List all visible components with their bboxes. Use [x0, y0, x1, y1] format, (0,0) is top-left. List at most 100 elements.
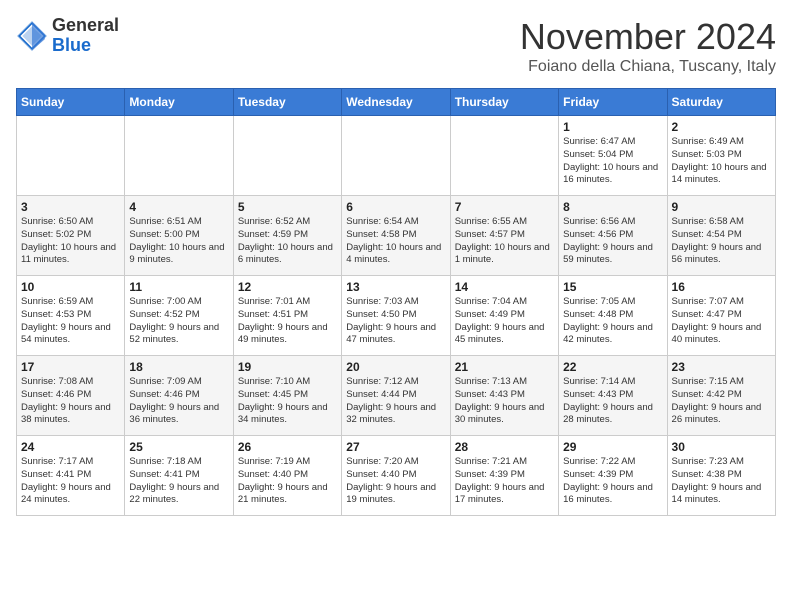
- day-info: Sunrise: 7:21 AM Sunset: 4:39 PM Dayligh…: [455, 456, 554, 507]
- day-number: 24: [21, 440, 120, 454]
- day-number: 27: [346, 440, 445, 454]
- calendar-cell: [17, 116, 125, 196]
- column-header-saturday: Saturday: [667, 89, 775, 116]
- calendar-cell: 17Sunrise: 7:08 AM Sunset: 4:46 PM Dayli…: [17, 356, 125, 436]
- calendar-cell: 11 Sunrise: 7:00 AM Sunset: 4:52 PM Dayli…: [125, 276, 233, 356]
- calendar-cell: 1 Sunrise: 6:47 AM Sunset: 5:04 PM Daylig…: [559, 116, 667, 196]
- day-number: 16: [672, 280, 771, 294]
- location-subtitle: Foiano della Chiana, Tuscany, Italy: [520, 58, 776, 76]
- calendar-cell: 21 Sunrise: 7:13 AM Sunset: 4:43 PM Dayli…: [450, 356, 558, 436]
- day-number: 13: [346, 280, 445, 294]
- day-number: 25: [129, 440, 228, 454]
- calendar-cell: 30Sunrise: 7:23 AM Sunset: 4:38 PM Dayli…: [667, 436, 775, 516]
- column-header-monday: Monday: [125, 89, 233, 116]
- day-info: Sunrise: 7:18 AM Sunset: 4:41 PM Dayligh…: [129, 456, 228, 507]
- day-number: 28: [455, 440, 554, 454]
- day-number: 5: [238, 200, 337, 214]
- column-header-sunday: Sunday: [17, 89, 125, 116]
- calendar-cell: 6 Sunrise: 6:54 AM Sunset: 4:58 PM Daylig…: [342, 196, 450, 276]
- day-info: Sunrise: 7:22 AM Sunset: 4:39 PM Dayligh…: [563, 456, 662, 507]
- calendar-cell: [342, 116, 450, 196]
- day-number: 8: [563, 200, 662, 214]
- calendar-cell: 29 Sunrise: 7:22 AM Sunset: 4:39 PM Dayli…: [559, 436, 667, 516]
- logo-text-block: General Blue: [52, 16, 119, 56]
- day-info: Sunrise: 7:12 AM Sunset: 4:44 PM Dayligh…: [346, 376, 445, 427]
- day-number: 23: [672, 360, 771, 374]
- day-number: 26: [238, 440, 337, 454]
- day-info: Sunrise: 7:07 AM Sunset: 4:47 PM Dayligh…: [672, 296, 771, 347]
- day-info: Sunrise: 7:08 AM Sunset: 4:46 PM Dayligh…: [21, 376, 120, 427]
- calendar-cell: 19 Sunrise: 7:10 AM Sunset: 4:45 PM Dayli…: [233, 356, 341, 436]
- calendar-cell: 12Sunrise: 7:01 AM Sunset: 4:51 PM Dayli…: [233, 276, 341, 356]
- day-info: Sunrise: 7:20 AM Sunset: 4:40 PM Dayligh…: [346, 456, 445, 507]
- column-header-friday: Friday: [559, 89, 667, 116]
- calendar-cell: 10 Sunrise: 6:59 AM Sunset: 4:53 PM Dayli…: [17, 276, 125, 356]
- title-block: November 2024 Foiano della Chiana, Tusca…: [520, 16, 776, 76]
- day-number: 21: [455, 360, 554, 374]
- day-info: Sunrise: 6:49 AM Sunset: 5:03 PM Dayligh…: [672, 136, 771, 187]
- day-number: 2: [672, 120, 771, 134]
- calendar-cell: 5 Sunrise: 6:52 AM Sunset: 4:59 PM Daylig…: [233, 196, 341, 276]
- calendar-week-row: 24 Sunrise: 7:17 AM Sunset: 4:41 PM Dayli…: [17, 436, 776, 516]
- day-info: Sunrise: 7:14 AM Sunset: 4:43 PM Dayligh…: [563, 376, 662, 427]
- calendar-cell: [450, 116, 558, 196]
- day-number: 12: [238, 280, 337, 294]
- logo-general: General: [52, 15, 119, 35]
- day-info: Sunrise: 6:58 AM Sunset: 4:54 PM Dayligh…: [672, 216, 771, 267]
- day-info: Sunrise: 7:10 AM Sunset: 4:45 PM Dayligh…: [238, 376, 337, 427]
- day-number: 6: [346, 200, 445, 214]
- day-info: Sunrise: 7:00 AM Sunset: 4:52 PM Dayligh…: [129, 296, 228, 347]
- calendar-cell: 7Sunrise: 6:55 AM Sunset: 4:57 PM Daylig…: [450, 196, 558, 276]
- calendar-week-row: 3 Sunrise: 6:50 AM Sunset: 5:02 PM Daylig…: [17, 196, 776, 276]
- day-info: Sunrise: 6:52 AM Sunset: 4:59 PM Dayligh…: [238, 216, 337, 267]
- day-info: Sunrise: 6:54 AM Sunset: 4:58 PM Dayligh…: [346, 216, 445, 267]
- calendar-cell: 16 Sunrise: 7:07 AM Sunset: 4:47 PM Dayli…: [667, 276, 775, 356]
- day-info: Sunrise: 6:51 AM Sunset: 5:00 PM Dayligh…: [129, 216, 228, 267]
- calendar-cell: 9Sunrise: 6:58 AM Sunset: 4:54 PM Daylig…: [667, 196, 775, 276]
- calendar-cell: 20 Sunrise: 7:12 AM Sunset: 4:44 PM Dayli…: [342, 356, 450, 436]
- calendar-table: SundayMondayTuesdayWednesdayThursdayFrid…: [16, 88, 776, 516]
- calendar-cell: 27 Sunrise: 7:20 AM Sunset: 4:40 PM Dayli…: [342, 436, 450, 516]
- day-number: 7: [455, 200, 554, 214]
- calendar-cell: [233, 116, 341, 196]
- day-number: 4: [129, 200, 228, 214]
- day-number: 20: [346, 360, 445, 374]
- day-number: 1: [563, 120, 662, 134]
- day-info: Sunrise: 7:03 AM Sunset: 4:50 PM Dayligh…: [346, 296, 445, 347]
- calendar-cell: 25 Sunrise: 7:18 AM Sunset: 4:41 PM Dayli…: [125, 436, 233, 516]
- calendar-week-row: 17Sunrise: 7:08 AM Sunset: 4:46 PM Dayli…: [17, 356, 776, 436]
- day-info: Sunrise: 6:59 AM Sunset: 4:53 PM Dayligh…: [21, 296, 120, 347]
- calendar-cell: 24 Sunrise: 7:17 AM Sunset: 4:41 PM Dayli…: [17, 436, 125, 516]
- logo-icon: [16, 20, 48, 52]
- calendar-cell: 13 Sunrise: 7:03 AM Sunset: 4:50 PM Dayli…: [342, 276, 450, 356]
- column-header-thursday: Thursday: [450, 89, 558, 116]
- calendar-cell: [125, 116, 233, 196]
- day-info: Sunrise: 7:17 AM Sunset: 4:41 PM Dayligh…: [21, 456, 120, 507]
- day-number: 3: [21, 200, 120, 214]
- day-number: 29: [563, 440, 662, 454]
- day-info: Sunrise: 6:47 AM Sunset: 5:04 PM Dayligh…: [563, 136, 662, 187]
- logo: General Blue: [16, 16, 119, 56]
- calendar-cell: 15 Sunrise: 7:05 AM Sunset: 4:48 PM Dayli…: [559, 276, 667, 356]
- page-header: General Blue November 2024 Foiano della …: [16, 16, 776, 76]
- column-header-tuesday: Tuesday: [233, 89, 341, 116]
- day-number: 18: [129, 360, 228, 374]
- day-number: 11: [129, 280, 228, 294]
- day-info: Sunrise: 7:15 AM Sunset: 4:42 PM Dayligh…: [672, 376, 771, 427]
- day-info: Sunrise: 7:05 AM Sunset: 4:48 PM Dayligh…: [563, 296, 662, 347]
- calendar-cell: 3 Sunrise: 6:50 AM Sunset: 5:02 PM Daylig…: [17, 196, 125, 276]
- calendar-cell: 14Sunrise: 7:04 AM Sunset: 4:49 PM Dayli…: [450, 276, 558, 356]
- day-number: 15: [563, 280, 662, 294]
- day-info: Sunrise: 7:23 AM Sunset: 4:38 PM Dayligh…: [672, 456, 771, 507]
- calendar-cell: 22Sunrise: 7:14 AM Sunset: 4:43 PM Dayli…: [559, 356, 667, 436]
- calendar-cell: 2 Sunrise: 6:49 AM Sunset: 5:03 PM Daylig…: [667, 116, 775, 196]
- calendar-cell: 8Sunrise: 6:56 AM Sunset: 4:56 PM Daylig…: [559, 196, 667, 276]
- calendar-week-row: 1 Sunrise: 6:47 AM Sunset: 5:04 PM Daylig…: [17, 116, 776, 196]
- column-header-wednesday: Wednesday: [342, 89, 450, 116]
- day-number: 19: [238, 360, 337, 374]
- calendar-header-row: SundayMondayTuesdayWednesdayThursdayFrid…: [17, 89, 776, 116]
- calendar-week-row: 10 Sunrise: 6:59 AM Sunset: 4:53 PM Dayli…: [17, 276, 776, 356]
- day-info: Sunrise: 7:13 AM Sunset: 4:43 PM Dayligh…: [455, 376, 554, 427]
- day-number: 10: [21, 280, 120, 294]
- day-info: Sunrise: 6:50 AM Sunset: 5:02 PM Dayligh…: [21, 216, 120, 267]
